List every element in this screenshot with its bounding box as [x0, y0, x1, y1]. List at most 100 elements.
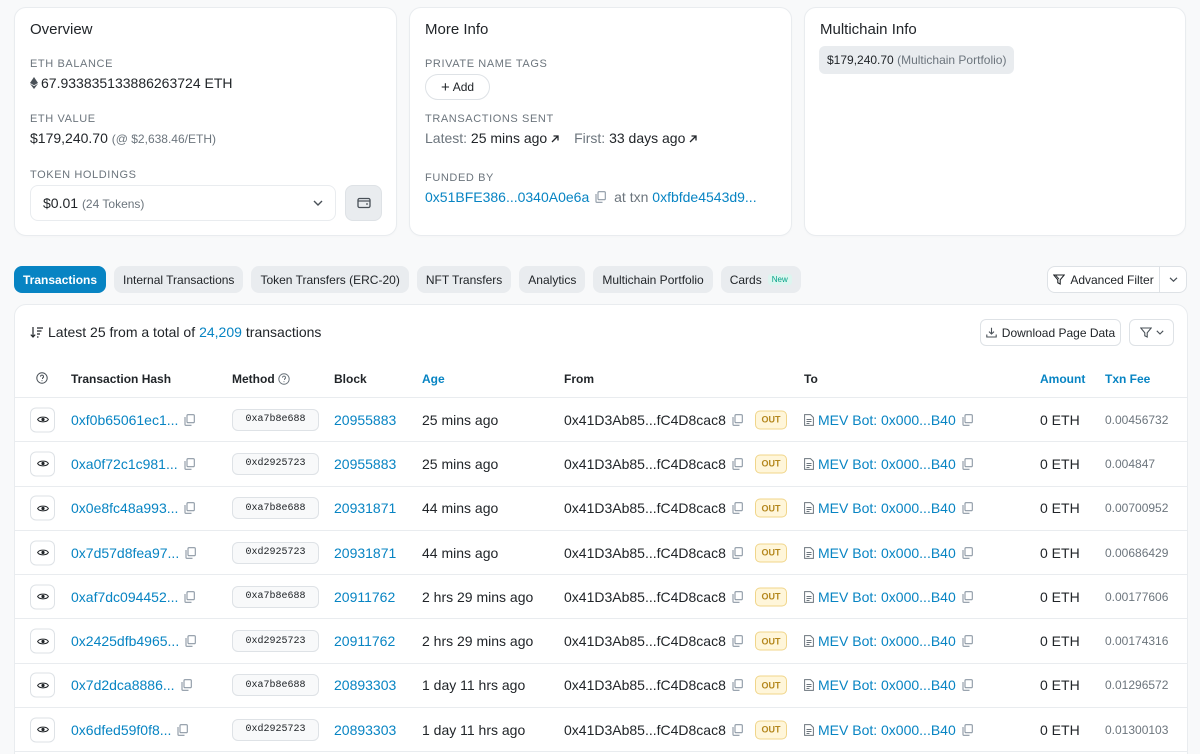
filter-icon — [1053, 274, 1066, 285]
tab-multichain-portfolio[interactable]: Multichain Portfolio — [593, 266, 713, 293]
question-circle-icon[interactable] — [277, 373, 290, 385]
from-address: 0x41D3Ab85...fC4D8cac8 — [564, 721, 726, 738]
copy-icon[interactable] — [185, 546, 197, 559]
column-age[interactable]: Age — [422, 372, 445, 386]
to-address-link[interactable]: MEV Bot: 0x000...B40 — [818, 456, 956, 472]
download-page-data-button[interactable]: Download Page Data — [980, 319, 1121, 346]
tx-hash-link[interactable]: 0xa0f72c1c981... — [71, 456, 178, 472]
wallet-button[interactable] — [345, 185, 382, 221]
latest-label: Latest: — [425, 130, 468, 146]
tx-hash-link[interactable]: 0x0e8fc48a993... — [71, 500, 178, 516]
block-link[interactable]: 20955883 — [334, 412, 396, 428]
tx-hash-link[interactable]: 0x7d2dca8886... — [71, 677, 175, 693]
view-details-button[interactable] — [30, 540, 55, 566]
copy-icon[interactable] — [962, 502, 973, 515]
copy-icon[interactable] — [732, 590, 743, 603]
view-details-button[interactable] — [30, 672, 55, 698]
column-amount[interactable]: Amount — [1040, 372, 1085, 386]
direction-badge: OUT — [755, 543, 787, 563]
tab-token-transfers[interactable]: Token Transfers (ERC-20) — [251, 266, 409, 293]
copy-icon[interactable] — [962, 723, 973, 736]
tab-internal-transactions[interactable]: Internal Transactions — [114, 266, 244, 293]
block-link[interactable]: 20911762 — [334, 589, 395, 605]
table-filter-button[interactable] — [1129, 319, 1174, 346]
copy-icon[interactable] — [177, 723, 189, 736]
tx-hash-link[interactable]: 0xaf7dc094452... — [71, 589, 178, 605]
block-link[interactable]: 20893303 — [334, 677, 396, 693]
column-txn-fee[interactable]: Txn Fee — [1105, 372, 1150, 386]
block-link[interactable]: 20911762 — [334, 633, 395, 649]
tab-cards[interactable]: Cards New — [720, 266, 801, 293]
copy-icon[interactable] — [732, 502, 743, 515]
table-row: 0x6dfed59f0f8... 0xd2925723 20893303 1 d… — [15, 708, 1187, 753]
token-holdings-dropdown[interactable]: $0.01 (24 Tokens) — [30, 185, 336, 221]
advanced-filter-dropdown[interactable] — [1159, 266, 1187, 293]
copy-icon[interactable] — [732, 458, 743, 470]
copy-icon[interactable] — [732, 723, 743, 736]
tx-hash-link[interactable]: 0xf0b65061ec1... — [71, 412, 178, 428]
funded-txn-link[interactable]: 0xfbfde4543d9... — [652, 189, 756, 205]
block-link[interactable]: 20931871 — [334, 500, 396, 516]
advanced-filter-button[interactable]: Advanced Filter — [1047, 266, 1160, 293]
copy-icon[interactable] — [184, 502, 196, 515]
tx-hash-link[interactable]: 0x7d57d8fea97... — [71, 545, 179, 561]
copy-icon[interactable] — [180, 679, 192, 692]
chevron-down-icon — [313, 200, 323, 206]
to-address-link[interactable]: MEV Bot: 0x000...B40 — [818, 500, 956, 516]
copy-icon[interactable] — [184, 458, 195, 470]
tx-hash-link[interactable]: 0x6dfed59f0f8... — [71, 722, 171, 738]
tab-label: Multichain Portfolio — [602, 272, 704, 287]
view-details-button[interactable] — [30, 495, 55, 521]
copy-icon[interactable] — [595, 191, 607, 203]
tab-analytics[interactable]: Analytics — [519, 266, 586, 293]
tab-nft-transfers[interactable]: NFT Transfers — [416, 266, 512, 293]
to-address-link[interactable]: MEV Bot: 0x000...B40 — [818, 412, 956, 428]
copy-icon[interactable] — [962, 590, 973, 603]
tx-hash-link[interactable]: 0x2425dfb4965... — [71, 633, 179, 649]
block-link[interactable]: 20893303 — [334, 722, 396, 738]
first-tx-value: 33 days ago — [609, 130, 686, 146]
to-address-link[interactable]: MEV Bot: 0x000...B40 — [818, 589, 956, 605]
filter-icon — [1139, 327, 1152, 338]
view-details-button[interactable] — [30, 407, 55, 433]
copy-icon[interactable] — [732, 413, 743, 426]
column-help-icon[interactable] — [36, 372, 48, 384]
copy-icon[interactable] — [962, 546, 973, 559]
view-details-button[interactable] — [30, 451, 55, 477]
copy-icon[interactable] — [185, 635, 197, 647]
tab-label: Analytics — [528, 272, 577, 287]
view-details-button[interactable] — [30, 584, 55, 610]
age-cell: 44 mins ago — [422, 500, 499, 517]
funded-by-address-link[interactable]: 0x51BFE386...0340A0e6a — [425, 189, 589, 205]
block-link[interactable]: 20931871 — [334, 545, 396, 561]
first-tx-link[interactable]: 33 days ago — [609, 130, 698, 146]
tab-transactions[interactable]: Transactions — [14, 266, 107, 293]
summary-total-link[interactable]: 24,209 — [199, 324, 242, 340]
to-address-link[interactable]: MEV Bot: 0x000...B40 — [818, 677, 956, 693]
copy-icon[interactable] — [732, 546, 743, 559]
method-badge: 0xd2925723 — [232, 452, 319, 475]
multichain-portfolio-badge[interactable]: $179,240.70 (Multichain Portfolio) — [819, 46, 1015, 74]
to-address-link[interactable]: MEV Bot: 0x000...B40 — [818, 722, 956, 738]
to-address-link[interactable]: MEV Bot: 0x000...B40 — [818, 545, 956, 561]
from-address: 0x41D3Ab85...fC4D8cac8 — [564, 455, 726, 472]
copy-icon[interactable] — [962, 458, 973, 470]
copy-icon[interactable] — [184, 413, 196, 426]
block-link[interactable]: 20955883 — [334, 456, 396, 472]
arrow-up-right-icon — [551, 135, 559, 143]
copy-icon[interactable] — [732, 679, 743, 692]
copy-icon[interactable] — [732, 635, 743, 647]
copy-icon[interactable] — [962, 413, 973, 426]
latest-tx-link[interactable]: 25 mins ago — [471, 130, 560, 146]
view-details-button[interactable] — [30, 717, 55, 743]
to-address-link[interactable]: MEV Bot: 0x000...B40 — [818, 633, 956, 649]
from-address: 0x41D3Ab85...fC4D8cac8 — [564, 544, 726, 561]
tx-hash-cell: 0xf0b65061ec1... — [71, 412, 196, 428]
copy-icon[interactable] — [962, 635, 973, 647]
table-row: 0xf0b65061ec1... 0xa7b8e688 20955883 25 … — [15, 398, 1187, 443]
txn-fee-cell: 0.00456732 — [1105, 412, 1169, 427]
copy-icon[interactable] — [962, 679, 973, 692]
copy-icon[interactable] — [184, 590, 196, 603]
view-details-button[interactable] — [30, 628, 55, 654]
add-tag-button[interactable]: + Add — [425, 74, 490, 100]
